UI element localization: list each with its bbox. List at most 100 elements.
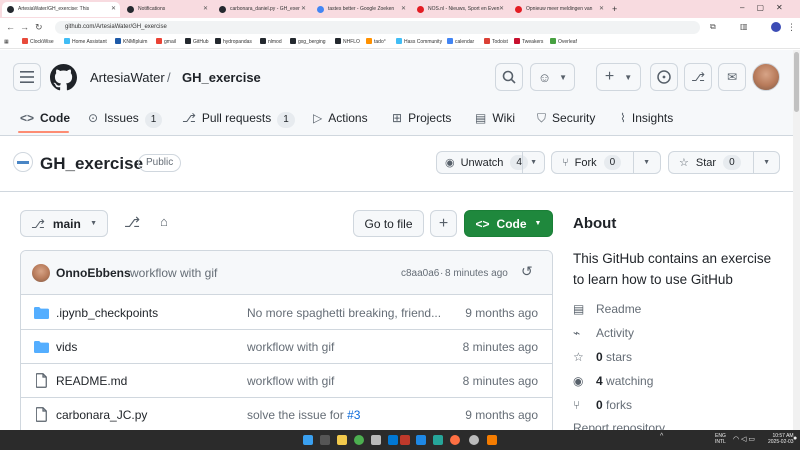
bookmark-4[interactable]: GitHub bbox=[185, 38, 209, 47]
bookmark-6[interactable]: nlmod bbox=[260, 38, 282, 47]
repo-owner-avatar[interactable] bbox=[13, 152, 33, 172]
profile-avatar[interactable] bbox=[771, 22, 781, 32]
clock[interactable]: 10:57 AM 2025-02-03 bbox=[768, 433, 794, 445]
extensions-icon[interactable]: ⧉ bbox=[710, 21, 716, 33]
history-icon[interactable]: ↺ bbox=[521, 263, 533, 280]
branch-selector[interactable]: ⎇ main ▼ bbox=[20, 210, 108, 237]
start-icon[interactable] bbox=[303, 435, 313, 445]
bookmark-8[interactable]: NHFLO bbox=[335, 38, 360, 47]
unwatch-button[interactable]: ◉ Unwatch 4 ▼ bbox=[436, 151, 545, 174]
app-icon[interactable] bbox=[487, 435, 497, 445]
commit-hash[interactable]: c8aa0a6 bbox=[401, 267, 439, 280]
table-row[interactable]: README.md workflow with gif 8 minutes ag… bbox=[21, 364, 552, 398]
stars-link[interactable]: ☆ 0 stars bbox=[573, 350, 632, 364]
file-name[interactable]: README.md bbox=[56, 374, 127, 388]
browser-tab-1[interactable]: Notifications ✕ bbox=[122, 2, 212, 17]
page-scrollbar[interactable] bbox=[793, 50, 800, 430]
add-file-button[interactable]: + bbox=[430, 210, 457, 237]
tab-security[interactable]: ⛉ Security bbox=[537, 108, 595, 128]
code-button[interactable]: <> Code ▼ bbox=[464, 210, 553, 237]
notifications-icon[interactable]: ● bbox=[793, 435, 797, 442]
browser-tab-4[interactable]: NOS.nl - Nieuws, Sport en Even ✕ bbox=[412, 2, 508, 17]
commit-author[interactable]: OnnoEbbens bbox=[56, 266, 131, 280]
bookmark-10[interactable]: Hass Community bbox=[396, 38, 442, 47]
file-commit-message[interactable]: solve the issue for #3 bbox=[247, 408, 447, 422]
close-tab-icon[interactable]: ✕ bbox=[203, 2, 208, 17]
vscode-icon[interactable] bbox=[416, 435, 426, 445]
branches-icon[interactable]: ⎇ bbox=[124, 214, 140, 231]
file-name[interactable]: .ipynb_checkpoints bbox=[56, 306, 158, 320]
forward-icon[interactable]: → bbox=[20, 21, 29, 33]
copilot-button[interactable]: ☺ ▼ bbox=[530, 63, 575, 91]
app-icon[interactable] bbox=[371, 435, 381, 445]
chrome-icon[interactable] bbox=[354, 435, 364, 445]
menu-icon[interactable]: ⋮ bbox=[787, 21, 796, 33]
close-tab-icon[interactable]: ✕ bbox=[301, 2, 306, 17]
browser-tab-3[interactable]: tastes better - Google Zoeken ✕ bbox=[312, 2, 410, 17]
firefox-icon[interactable] bbox=[450, 435, 460, 445]
repo-title[interactable]: GH_exercise bbox=[40, 154, 143, 174]
back-icon[interactable]: ← bbox=[6, 21, 15, 33]
wifi-volume-battery-icon[interactable]: ◠ ◁ ▭ bbox=[733, 435, 755, 443]
file-explorer-icon[interactable] bbox=[337, 435, 347, 445]
window-controls[interactable]: –▢✕ bbox=[740, 3, 795, 12]
repo-name-link[interactable]: GH_exercise bbox=[182, 70, 261, 86]
tab-wiki[interactable]: ▤ Wiki bbox=[475, 108, 515, 128]
bookmark-3[interactable]: gmail bbox=[156, 38, 176, 47]
file-commit-message[interactable]: workflow with gif bbox=[247, 374, 447, 388]
tray-chevron-icon[interactable]: ^ bbox=[660, 433, 663, 440]
forks-link[interactable]: ⑂ 0 forks bbox=[573, 398, 632, 412]
issues-button[interactable] bbox=[650, 63, 678, 91]
task-view-icon[interactable] bbox=[320, 435, 330, 445]
new-tab-button[interactable]: + bbox=[612, 2, 617, 16]
commit-author-avatar[interactable] bbox=[32, 264, 50, 282]
browser-tab-5[interactable]: Opnieuw meer meldingen van ✕ bbox=[510, 2, 608, 17]
edge-icon[interactable] bbox=[388, 435, 398, 445]
file-commit-message[interactable]: workflow with gif bbox=[247, 340, 447, 354]
bookmark-1[interactable]: Home Assistant bbox=[64, 38, 107, 47]
close-tab-icon[interactable]: ✕ bbox=[499, 2, 504, 17]
bookmark-11[interactable]: calendar bbox=[447, 38, 474, 47]
table-row[interactable]: vids workflow with gif 8 minutes ago bbox=[21, 330, 552, 364]
reload-icon[interactable]: ↻ bbox=[35, 21, 43, 33]
bookmark-2[interactable]: KNMIpluim bbox=[115, 38, 147, 47]
search-button[interactable] bbox=[495, 63, 523, 91]
close-tab-icon[interactable]: ✕ bbox=[111, 2, 116, 17]
app-icon[interactable] bbox=[433, 435, 443, 445]
bookmark-14[interactable]: Overleaf bbox=[550, 38, 577, 47]
report-repository-link[interactable]: Report repository bbox=[573, 421, 665, 430]
tab-code[interactable]: <> Code bbox=[20, 108, 70, 128]
github-desktop-icon[interactable] bbox=[469, 435, 479, 445]
tab-actions[interactable]: ▷ Actions bbox=[313, 108, 368, 128]
file-name[interactable]: carbonara_JC.py bbox=[56, 408, 147, 422]
tab-insights[interactable]: ⌇ Insights bbox=[620, 108, 673, 128]
activity-link[interactable]: ⌁ Activity bbox=[573, 326, 634, 340]
fork-button[interactable]: ⑂ Fork 0 ▼ bbox=[551, 151, 661, 174]
github-logo-icon[interactable] bbox=[50, 64, 77, 91]
go-to-file-button[interactable]: Go to file bbox=[353, 210, 424, 237]
repo-owner-link[interactable]: ArtesiaWater bbox=[90, 70, 165, 86]
app-icon[interactable] bbox=[400, 435, 410, 445]
bookmark-7[interactable]: gxg_berging bbox=[290, 38, 326, 47]
watching-link[interactable]: ◉ 4 watching bbox=[573, 374, 653, 388]
close-tab-icon[interactable]: ✕ bbox=[401, 2, 406, 17]
issue-link[interactable]: #3 bbox=[347, 408, 360, 422]
table-row[interactable]: .ipynb_checkpoints No more spaghetti bre… bbox=[21, 296, 552, 330]
user-avatar[interactable] bbox=[752, 63, 780, 91]
bookmark-9[interactable]: tado° bbox=[366, 38, 386, 47]
pull-requests-button[interactable]: ⎇ bbox=[684, 63, 712, 91]
tab-pull-requests[interactable]: ⎇ Pull requests 1 bbox=[182, 108, 295, 128]
browser-tab-0[interactable]: ArtesiaWater/GH_exercise: This ✕ bbox=[2, 2, 120, 17]
file-commit-message[interactable]: No more spaghetti breaking, friend... bbox=[247, 306, 447, 320]
star-button[interactable]: ☆ Star 0 ▼ bbox=[668, 151, 780, 174]
sidebar-icon[interactable]: ▥ bbox=[740, 21, 748, 33]
inbox-button[interactable]: ✉ bbox=[718, 63, 746, 91]
apps-icon[interactable]: ▦ bbox=[4, 38, 9, 47]
bookmark-13[interactable]: Tweakers bbox=[514, 38, 543, 47]
language-indicator[interactable]: ENG INTL bbox=[715, 433, 726, 445]
tab-issues[interactable]: ⊙ Issues 1 bbox=[88, 108, 163, 128]
create-new-button[interactable]: + ▼ bbox=[596, 63, 641, 91]
tab-projects[interactable]: ⊞ Projects bbox=[392, 108, 451, 128]
file-name[interactable]: vids bbox=[56, 340, 77, 354]
bookmark-5[interactable]: hydropandas bbox=[215, 38, 252, 47]
